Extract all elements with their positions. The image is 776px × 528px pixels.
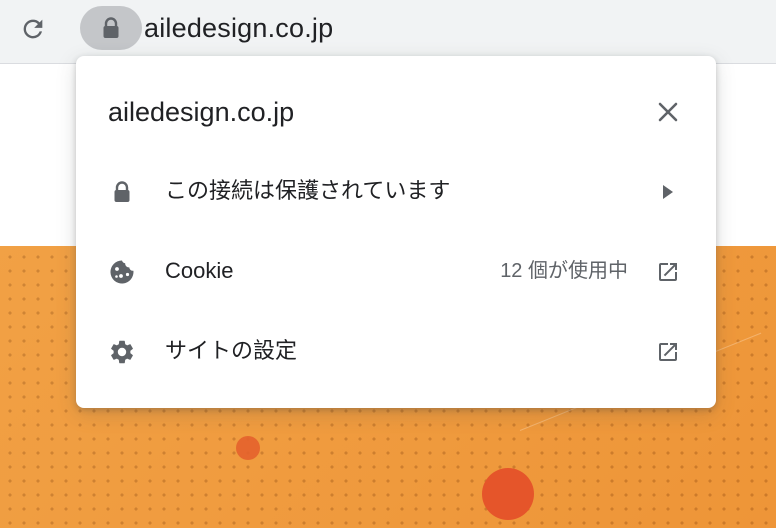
reload-button[interactable] (14, 10, 52, 48)
site-info-popup: ailedesign.co.jp この接続は保護されています Cookie 12… (76, 56, 716, 408)
open-external-icon[interactable] (652, 256, 684, 288)
lock-icon (103, 17, 119, 38)
close-icon (658, 102, 678, 122)
popup-title: ailedesign.co.jp (108, 97, 295, 127)
site-info-button[interactable] (80, 6, 142, 50)
open-external-icon[interactable] (652, 336, 684, 368)
site-settings-row[interactable]: サイトの設定 (76, 316, 716, 388)
cookie-icon (108, 258, 136, 286)
close-button[interactable] (652, 96, 684, 128)
lock-icon (108, 178, 136, 206)
decorative-dot (482, 468, 534, 520)
reload-icon (23, 19, 43, 39)
browser-toolbar: ailedesign.co.jp (0, 0, 776, 64)
url-text[interactable]: ailedesign.co.jp (144, 10, 333, 46)
omnibox[interactable]: ailedesign.co.jp (80, 2, 776, 54)
cookie-label: Cookie (165, 258, 234, 283)
connection-secure-label: この接続は保護されています (165, 178, 451, 203)
cookie-row[interactable]: Cookie 12 個が使用中 (76, 236, 716, 308)
connection-secure-row[interactable]: この接続は保護されています (76, 156, 716, 228)
cookie-count: 12 個が使用中 (500, 260, 628, 282)
gear-icon (108, 338, 136, 366)
decorative-dot (236, 436, 260, 460)
site-settings-label: サイトの設定 (165, 338, 298, 363)
arrow-right-icon (652, 176, 684, 208)
